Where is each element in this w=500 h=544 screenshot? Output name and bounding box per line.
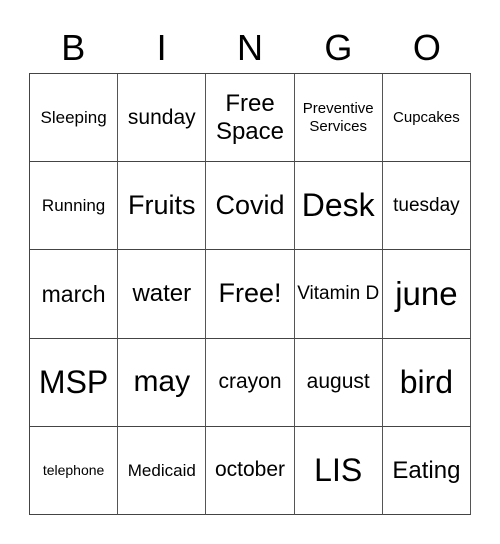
bingo-cell: Desk [294,162,383,251]
bingo-cell: Cupcakes [382,74,471,163]
bingo-cell: august [294,338,383,427]
bingo-cell: telephone [30,426,119,515]
bingo-cell: bird [382,338,471,427]
bingo-cell: crayon [206,338,295,427]
header-letter-i: I [156,27,167,68]
bingo-cell: sunday [118,74,207,163]
bingo-cell: Sleeping [30,74,119,163]
bingo-cell: Eating [382,426,471,515]
header-letter-o: O [412,27,441,68]
bingo-cell: Free! [206,250,295,339]
bingo-cell: Vitamin D [294,250,383,339]
bingo-cell: Fruits [118,162,207,251]
header-letter-g: G [324,27,353,68]
bingo-cell: Running [30,162,119,251]
bingo-cell: MSP [30,338,119,427]
bingo-cell: Free Space [206,74,295,163]
bingo-header: B I N G O [29,26,471,70]
bingo-cell: may [118,338,207,427]
bingo-cell: Covid [206,162,295,251]
bingo-cell: tuesday [382,162,471,251]
bingo-cell: water [118,250,207,339]
bingo-cell: october [206,426,295,515]
header-letter-n: N [237,27,264,68]
bingo-cell: june [382,250,471,339]
bingo-grid: Sleeping sunday Free Space Preventive Se… [29,73,471,515]
bingo-cell: march [30,250,119,339]
bingo-cell: Preventive Services [294,74,383,163]
bingo-cell: LIS [294,426,383,515]
bingo-cell: Medicaid [118,426,207,515]
header-letter-b: B [61,27,86,68]
